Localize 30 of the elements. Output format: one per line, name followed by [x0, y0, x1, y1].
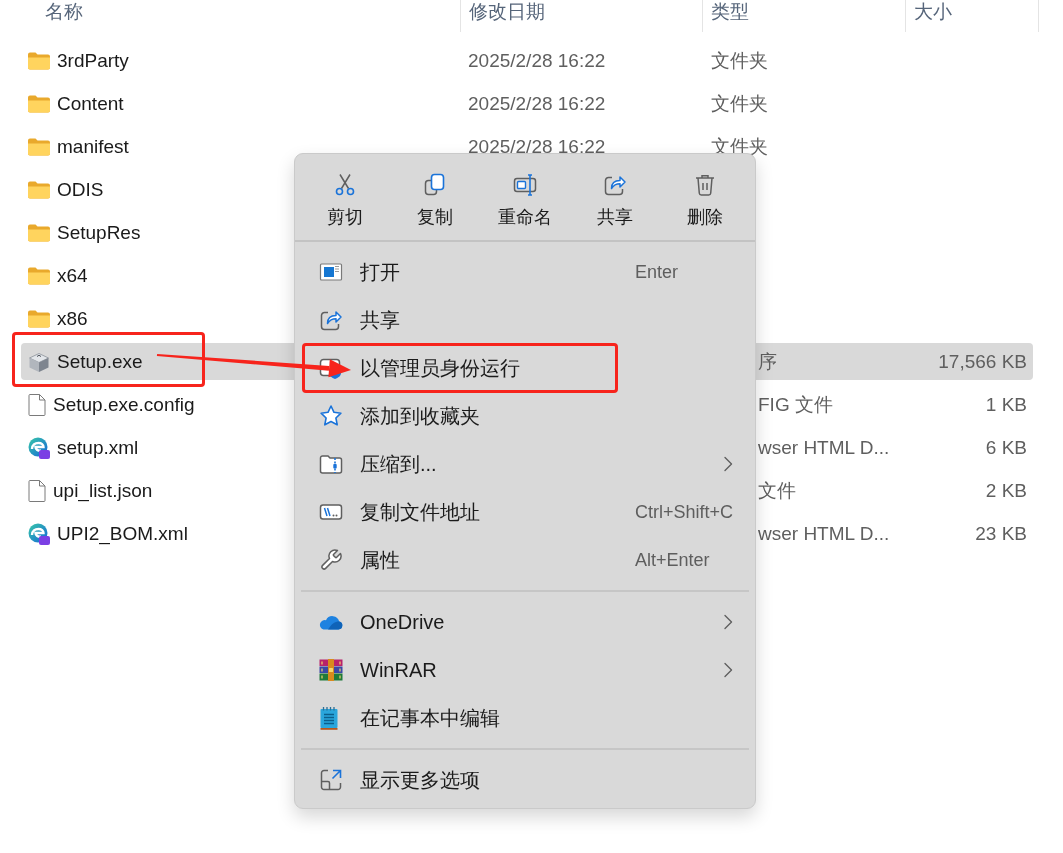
shortcut-label: Alt+Enter: [635, 549, 710, 571]
shortcut-label: Ctrl+Shift+C: [635, 501, 734, 523]
modified-date: 2025/2/28 16:22: [468, 135, 606, 158]
file-name: Content: [57, 92, 124, 115]
file-name: ODIS: [57, 178, 104, 201]
file-name: UPI2_BOM.xml: [57, 522, 188, 545]
file-type: 文件夹: [711, 48, 768, 73]
file-type: wser HTML D...: [758, 436, 890, 459]
modified-date: 2025/2/28 16:22: [468, 49, 606, 72]
file-name: setup.xml: [57, 436, 139, 459]
file-type: wser HTML D...: [758, 522, 890, 545]
file-size: 2 KB: [985, 479, 1027, 502]
file-type: 文件: [758, 478, 796, 503]
file-size: 23 KB: [975, 522, 1027, 545]
file-name: Setup.exe: [57, 350, 143, 373]
file-name: x64: [57, 264, 88, 287]
file-name: manifest: [57, 135, 129, 158]
file-name: upi_list.json: [53, 479, 153, 502]
file-name: Setup.exe.config: [53, 393, 195, 416]
shortcut-label: Enter: [635, 261, 679, 283]
file-type: 序: [758, 349, 777, 374]
modified-date: 2025/2/28 16:22: [468, 92, 606, 115]
file-name: 3rdParty: [57, 49, 129, 72]
file-name: x86: [57, 307, 88, 330]
file-size: 1 KB: [985, 393, 1027, 416]
file-name: SetupRes: [57, 221, 141, 244]
file-size: 6 KB: [985, 436, 1027, 459]
file-type: 文件夹: [711, 91, 768, 116]
file-type: FIG 文件: [758, 392, 833, 417]
file-size: 17,566 KB: [938, 350, 1027, 373]
